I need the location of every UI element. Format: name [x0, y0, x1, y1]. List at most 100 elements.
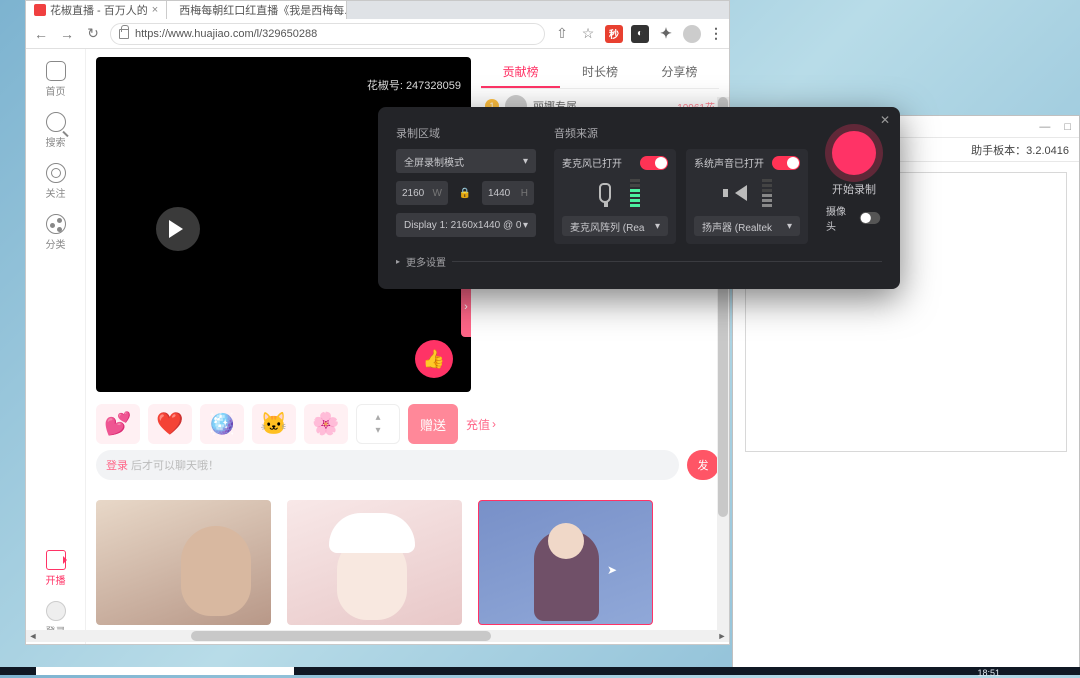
mic-level-icon: [630, 179, 640, 207]
mic-box: 麦克风已打开 麦克风阵列 (Rea ▾: [554, 149, 676, 244]
tab-title: 西梅每朝红口红直播《我是西梅每...》: [179, 2, 347, 18]
recommendation-row: ➤: [96, 492, 719, 625]
tab-share[interactable]: 分享榜: [640, 57, 719, 88]
star-icon[interactable]: ☆: [579, 25, 597, 43]
sidebar-item-label: 开播: [46, 572, 66, 587]
scroll-left-icon[interactable]: ◄: [26, 631, 40, 641]
chat-placeholder: 后才可以聊天哦！: [131, 457, 219, 473]
recommendation-card[interactable]: [287, 500, 462, 625]
chat-input-row: 登录 后才可以聊天哦！ 发: [96, 450, 719, 480]
speaker-level-icon: [762, 179, 772, 207]
taskbar[interactable]: 18:51: [0, 667, 1080, 675]
sidebar-item-follow[interactable]: 关注: [31, 157, 81, 206]
browser-tab-1[interactable]: 花椒直播 - 百万人的 ×: [26, 1, 167, 19]
gift-item[interactable]: 🌸: [304, 404, 348, 444]
send-gift-button[interactable]: 赠送: [408, 404, 458, 444]
key-icon: [46, 601, 66, 621]
gift-row: 💕 ❤️ 🪩 🐱 🌸 ▴▾ 赠送 充值 ›: [96, 404, 719, 444]
width-input[interactable]: 2160 W: [396, 181, 448, 205]
chevron-down-icon: ▾: [655, 221, 660, 232]
system-audio-box: 系统声音已打开 扬声器 (Realtek ▾: [686, 149, 808, 244]
chevron-down-icon: ▾: [787, 221, 792, 232]
record-button[interactable]: [832, 131, 876, 175]
chat-send-button[interactable]: 发: [687, 450, 719, 480]
height-value: 1440: [488, 188, 510, 199]
reload-icon[interactable]: ↻: [84, 25, 102, 43]
system-audio-toggle[interactable]: [772, 156, 800, 170]
extension-dark-icon[interactable]: ◐: [631, 25, 649, 43]
record-label: 开始录制: [832, 181, 876, 197]
record-mode-select[interactable]: 全屏录制模式 ▾: [396, 149, 536, 173]
gift-item[interactable]: 🐱: [252, 404, 296, 444]
room-id: 花椒号: 247328059: [367, 77, 461, 93]
close-icon[interactable]: ✕: [880, 113, 890, 127]
lock-icon: [119, 29, 129, 39]
browser-tab-2[interactable]: 西梅每朝红口红直播《我是西梅每...》 ×: [167, 1, 347, 19]
gift-pager[interactable]: ▴▾: [356, 404, 400, 444]
speaker-device-select[interactable]: 扬声器 (Realtek ▾: [694, 216, 800, 236]
tab-duration[interactable]: 时长榜: [560, 57, 639, 88]
scroll-thumb[interactable]: [191, 631, 491, 641]
size-row: 2160 W 🔒 1440 H: [396, 181, 536, 205]
left-sidebar: 首页 搜索 关注 分类 开播 登录: [26, 49, 86, 644]
forward-icon[interactable]: →: [58, 25, 76, 43]
minimize-icon[interactable]: —: [1039, 121, 1050, 133]
address-bar[interactable]: https://www.huajiao.com/l/329650288: [110, 23, 545, 45]
more-settings-row[interactable]: ▸ 更多设置: [396, 254, 882, 269]
microphone-icon: [590, 178, 620, 208]
sidebar-item-category[interactable]: 分类: [31, 208, 81, 257]
camera-toggle[interactable]: [860, 212, 881, 224]
browser-window: 花椒直播 - 百万人的 × 西梅每朝红口红直播《我是西梅每...》 × ← → …: [25, 0, 730, 645]
display-value: Display 1: 2160x1440 @ 0: [404, 220, 521, 231]
browser-menu-icon[interactable]: ⋮: [709, 25, 723, 42]
display-select[interactable]: Display 1: 2160x1440 @ 0 ▾: [396, 213, 536, 237]
speaker-icon: [722, 178, 752, 208]
gift-item[interactable]: 💕: [96, 404, 140, 444]
close-icon[interactable]: ×: [152, 4, 158, 16]
tab-contribution[interactable]: 贡献榜: [481, 57, 560, 88]
address-bar-row: ← → ↻ https://www.huajiao.com/l/32965028…: [26, 19, 729, 49]
horizontal-scrollbar[interactable]: ◄ ►: [26, 630, 729, 642]
target-icon: [46, 163, 66, 183]
gift-item[interactable]: 🪩: [200, 404, 244, 444]
mic-toggle[interactable]: [640, 156, 668, 170]
scroll-right-icon[interactable]: ►: [715, 631, 729, 641]
share-icon[interactable]: ⇧: [553, 25, 571, 43]
profile-icon[interactable]: [683, 25, 701, 43]
record-button-column: 开始录制 摄像头: [826, 125, 882, 244]
lock-aspect-icon[interactable]: 🔒: [458, 186, 472, 200]
height-input[interactable]: 1440 H: [482, 181, 534, 205]
back-icon[interactable]: ←: [32, 25, 50, 43]
gift-item[interactable]: ❤️: [148, 404, 192, 444]
extensions-icon[interactable]: ✦: [657, 25, 675, 43]
chevron-down-icon: ▾: [523, 220, 528, 231]
sidebar-item-label: 搜索: [46, 134, 66, 149]
audio-label: 音频来源: [554, 125, 808, 141]
sidebar-item-home[interactable]: 首页: [31, 55, 81, 104]
play-button[interactable]: [156, 207, 200, 251]
extension-recorder-icon[interactable]: 秒: [605, 25, 623, 43]
w-label: W: [433, 188, 442, 199]
h-label: H: [521, 188, 528, 199]
recording-modal: ✕ 录制区域 全屏录制模式 ▾ 2160 W 🔒 1440 H Displ: [378, 107, 900, 289]
tab-strip: 花椒直播 - 百万人的 × 西梅每朝红口红直播《我是西梅每...》 ×: [26, 1, 729, 19]
recommendation-card[interactable]: [96, 500, 271, 625]
search-icon: [46, 112, 66, 132]
chat-login-link[interactable]: 登录: [106, 457, 128, 473]
system-audio-status: 系统声音已打开: [694, 155, 764, 170]
ranking-tabs: 贡献榜 时长榜 分享榜: [481, 57, 719, 89]
version-label: 助手板本：3.2.0416: [971, 142, 1069, 158]
topup-link[interactable]: 充值 ›: [466, 416, 496, 433]
divider: [452, 261, 882, 262]
mic-device-select[interactable]: 麦克风阵列 (Rea ▾: [562, 216, 668, 236]
like-button[interactable]: 👍: [415, 340, 453, 378]
tab-title: 花椒直播 - 百万人的: [50, 2, 148, 18]
maximize-icon[interactable]: □: [1064, 121, 1071, 133]
more-settings-label: 更多设置: [406, 254, 446, 269]
recommendation-card[interactable]: ➤: [478, 500, 653, 625]
sidebar-item-golive[interactable]: 开播: [31, 544, 81, 593]
camera-icon: [46, 550, 66, 570]
taskbar-search[interactable]: [36, 667, 294, 675]
sidebar-item-search[interactable]: 搜索: [31, 106, 81, 155]
chat-input[interactable]: 登录 后才可以聊天哦！: [96, 450, 679, 480]
